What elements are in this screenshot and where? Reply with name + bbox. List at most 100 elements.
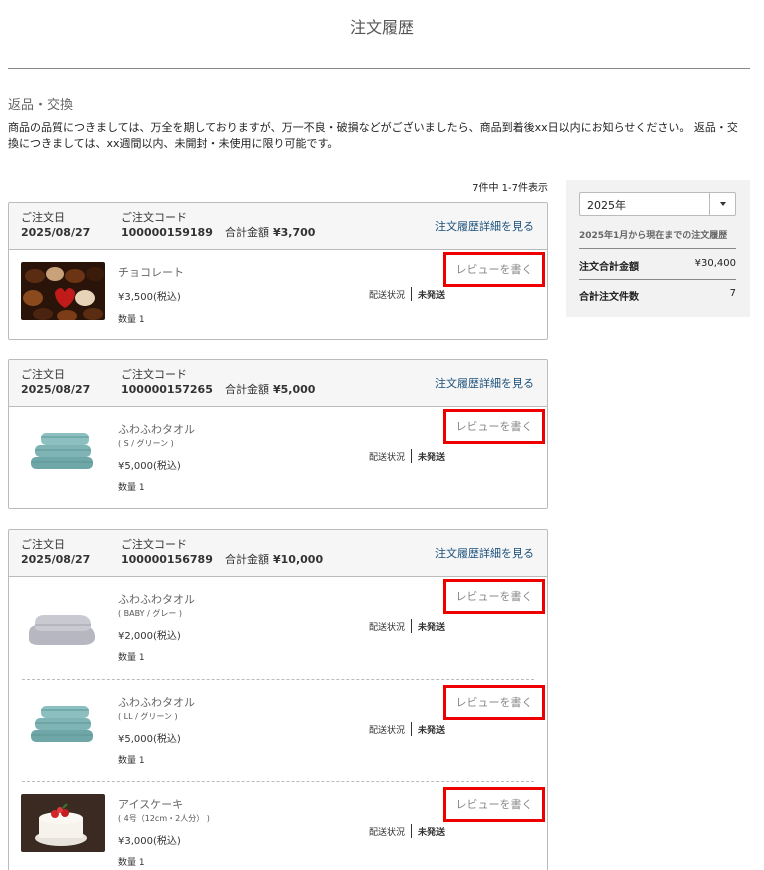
summary-total-label: 注文合計金額 [579, 262, 639, 273]
item-name[interactable]: ふわふわタオル [118, 421, 195, 437]
summary-divider [579, 279, 736, 280]
order-card: ご注文日 2025/08/27 ご注文コード 100000159189 合計金額… [8, 202, 548, 340]
order-code-label: ご注文コード [121, 368, 187, 381]
returns-heading: 返品・交換 [8, 98, 74, 113]
gray-towel-image[interactable] [21, 591, 105, 649]
item-quantity: 数量 1 [118, 315, 145, 325]
shipping-status: 配送状況 未発送 [369, 722, 445, 736]
order-header: ご注文日 2025/08/27 ご注文コード 100000159189 合計金額… [9, 203, 547, 250]
summary-total-row: 注文合計金額 ¥30,400 [579, 258, 736, 273]
order-total-value: ¥3,700 [273, 226, 316, 239]
green-towel-image[interactable] [21, 692, 105, 750]
shipping-status-value: 未発送 [418, 827, 446, 838]
shipping-status-label: 配送状況 [369, 622, 406, 633]
status-divider [411, 722, 413, 736]
item-variant: ( LL / グリーン ) [118, 712, 178, 721]
order-total-label: 合計金額 [225, 226, 269, 239]
order-detail-link[interactable]: 注文履歴詳細を見る [435, 218, 534, 234]
shipping-status-value: 未発送 [418, 452, 446, 463]
order-total-label: 合計金額 [225, 553, 269, 566]
order-card: ご注文日 2025/08/27 ご注文コード 100000156789 合計金額… [8, 529, 548, 870]
order-date-label: ご注文日 [21, 538, 65, 551]
order-item: ふわふわタオル ( LL / グリーン ) ¥5,000(税込) 数量 1 配送… [21, 679, 545, 781]
summary-count-row: 合計注文件数 7 [579, 288, 736, 303]
item-price: ¥5,000(税込) [118, 461, 181, 472]
order-item: ふわふわタオル ( BABY / グレー ) ¥2,000(税込) 数量 1 配… [9, 577, 547, 679]
item-quantity: 数量 1 [118, 858, 145, 868]
status-divider [411, 449, 413, 463]
item-variant: ( BABY / グレー ) [118, 609, 183, 618]
shipping-status-label: 配送状況 [369, 452, 406, 463]
summary-count-value: 7 [729, 288, 736, 299]
order-code-label: ご注文コード [121, 211, 187, 224]
page-title: 注文履歴 [349, 18, 414, 37]
write-review-button[interactable]: レビューを書く [443, 787, 545, 822]
order-date-label: ご注文日 [21, 211, 65, 224]
shipping-status: 配送状況 未発送 [369, 824, 445, 838]
ice-cake-image[interactable] [21, 794, 105, 852]
chevron-down-icon[interactable] [709, 193, 735, 215]
status-divider [411, 619, 413, 633]
order-total-value: ¥5,000 [273, 383, 316, 396]
status-divider [411, 287, 413, 301]
order-header: ご注文日 2025/08/27 ご注文コード 100000156789 合計金額… [9, 530, 547, 577]
order-item: チョコレート ¥3,500(税込) 数量 1 配送状況 未発送 レビューを書く [9, 250, 547, 339]
order-code: 100000159189 [121, 226, 213, 239]
pagination-summary: 7件中 1-7件表示 [472, 183, 548, 194]
shipping-status: 配送状況 未発送 [369, 619, 445, 633]
year-select[interactable]: 2025年 [579, 192, 736, 216]
summary-count-label: 合計注文件数 [579, 292, 639, 303]
order-code: 100000157265 [121, 383, 213, 396]
summary-total-value: ¥30,400 [694, 258, 736, 269]
order-total: 合計金額 ¥3,700 [225, 224, 315, 240]
item-variant: ( S / グリーン ) [118, 439, 174, 448]
write-review-button[interactable]: レビューを書く [443, 685, 545, 720]
order-code: 100000156789 [121, 553, 213, 566]
item-quantity: 数量 1 [118, 653, 145, 663]
order-total: 合計金額 ¥10,000 [225, 551, 323, 567]
order-date-label: ご注文日 [21, 368, 65, 381]
order-date: 2025/08/27 [21, 553, 91, 566]
write-review-button[interactable]: レビューを書く [443, 252, 545, 287]
order-detail-link[interactable]: 注文履歴詳細を見る [435, 545, 534, 561]
returns-notice-text: 商品の品質につきましては、万全を期しておりますが、万一不良・破損などがございまし… [8, 121, 738, 150]
order-item: ふわふわタオル ( S / グリーン ) ¥5,000(税込) 数量 1 配送状… [9, 407, 547, 508]
item-price: ¥3,500(税込) [118, 292, 181, 303]
order-total-label: 合計金額 [225, 383, 269, 396]
shipping-status: 配送状況 未発送 [369, 449, 445, 463]
order-total: 合計金額 ¥5,000 [225, 381, 315, 397]
green-towel-image[interactable] [21, 419, 105, 477]
item-price: ¥5,000(税込) [118, 734, 181, 745]
shipping-status-label: 配送状況 [369, 827, 406, 838]
shipping-status: 配送状況 未発送 [369, 287, 445, 301]
order-header: ご注文日 2025/08/27 ご注文コード 100000157265 合計金額… [9, 360, 547, 407]
write-review-button[interactable]: レビューを書く [443, 579, 545, 614]
write-review-button[interactable]: レビューを書く [443, 409, 545, 444]
status-divider [411, 824, 413, 838]
item-variant: ( 4号（12cm・2人分） ) [118, 814, 210, 823]
shipping-status-label: 配送状況 [369, 725, 406, 736]
shipping-status-value: 未発送 [418, 622, 446, 633]
order-date: 2025/08/27 [21, 383, 91, 396]
chocolate-image[interactable] [21, 262, 105, 320]
summary-period-note: 2025年1月から現在までの注文履歴 [579, 231, 728, 241]
shipping-status-label: 配送状況 [369, 290, 406, 301]
title-divider [8, 68, 750, 69]
order-item: アイスケーキ ( 4号（12cm・2人分） ) ¥3,000(税込) 数量 1 … [21, 781, 545, 870]
item-name[interactable]: ふわふわタオル [118, 694, 195, 710]
item-price: ¥3,000(税込) [118, 836, 181, 847]
order-date: 2025/08/27 [21, 226, 91, 239]
item-price: ¥2,000(税込) [118, 631, 181, 642]
item-name[interactable]: ふわふわタオル [118, 591, 195, 607]
order-card: ご注文日 2025/08/27 ご注文コード 100000157265 合計金額… [8, 359, 548, 509]
item-quantity: 数量 1 [118, 483, 145, 493]
order-total-value: ¥10,000 [273, 553, 324, 566]
shipping-status-value: 未発送 [418, 290, 446, 301]
item-name[interactable]: チョコレート [118, 264, 184, 280]
order-detail-link[interactable]: 注文履歴詳細を見る [435, 375, 534, 391]
shipping-status-value: 未発送 [418, 725, 446, 736]
order-code-label: ご注文コード [121, 538, 187, 551]
year-select-value: 2025年 [587, 199, 626, 212]
summary-divider [579, 248, 736, 249]
item-name[interactable]: アイスケーキ [118, 796, 183, 812]
